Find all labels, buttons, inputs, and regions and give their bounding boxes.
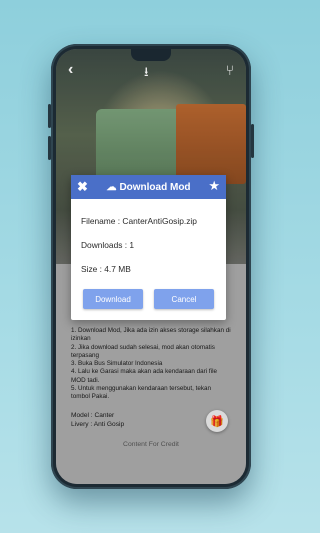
download-button[interactable]: Download xyxy=(83,289,143,309)
filename-text: Filename : CanterAntiGosip.zip xyxy=(81,216,197,226)
dialog-title-text: Download Mod xyxy=(119,181,191,193)
download-mod-dialog: ✖ ☁ Download Mod ★ Filename : CanterAnti… xyxy=(71,175,226,320)
file-size-text: Size : 4.7 MB xyxy=(81,264,131,274)
volume-button xyxy=(48,136,51,160)
dialog-header: ✖ ☁ Download Mod ★ xyxy=(71,175,226,199)
cancel-button[interactable]: Cancel xyxy=(154,289,214,309)
volume-button xyxy=(48,104,51,128)
dialog-title: ☁ Download Mod xyxy=(106,182,190,193)
power-button xyxy=(251,124,254,158)
star-icon[interactable]: ★ xyxy=(208,178,220,194)
cloud-download-icon: ☁ xyxy=(106,181,117,193)
downloads-count-text: Downloads : 1 xyxy=(81,240,135,250)
close-icon[interactable]: ✖ xyxy=(77,179,88,195)
